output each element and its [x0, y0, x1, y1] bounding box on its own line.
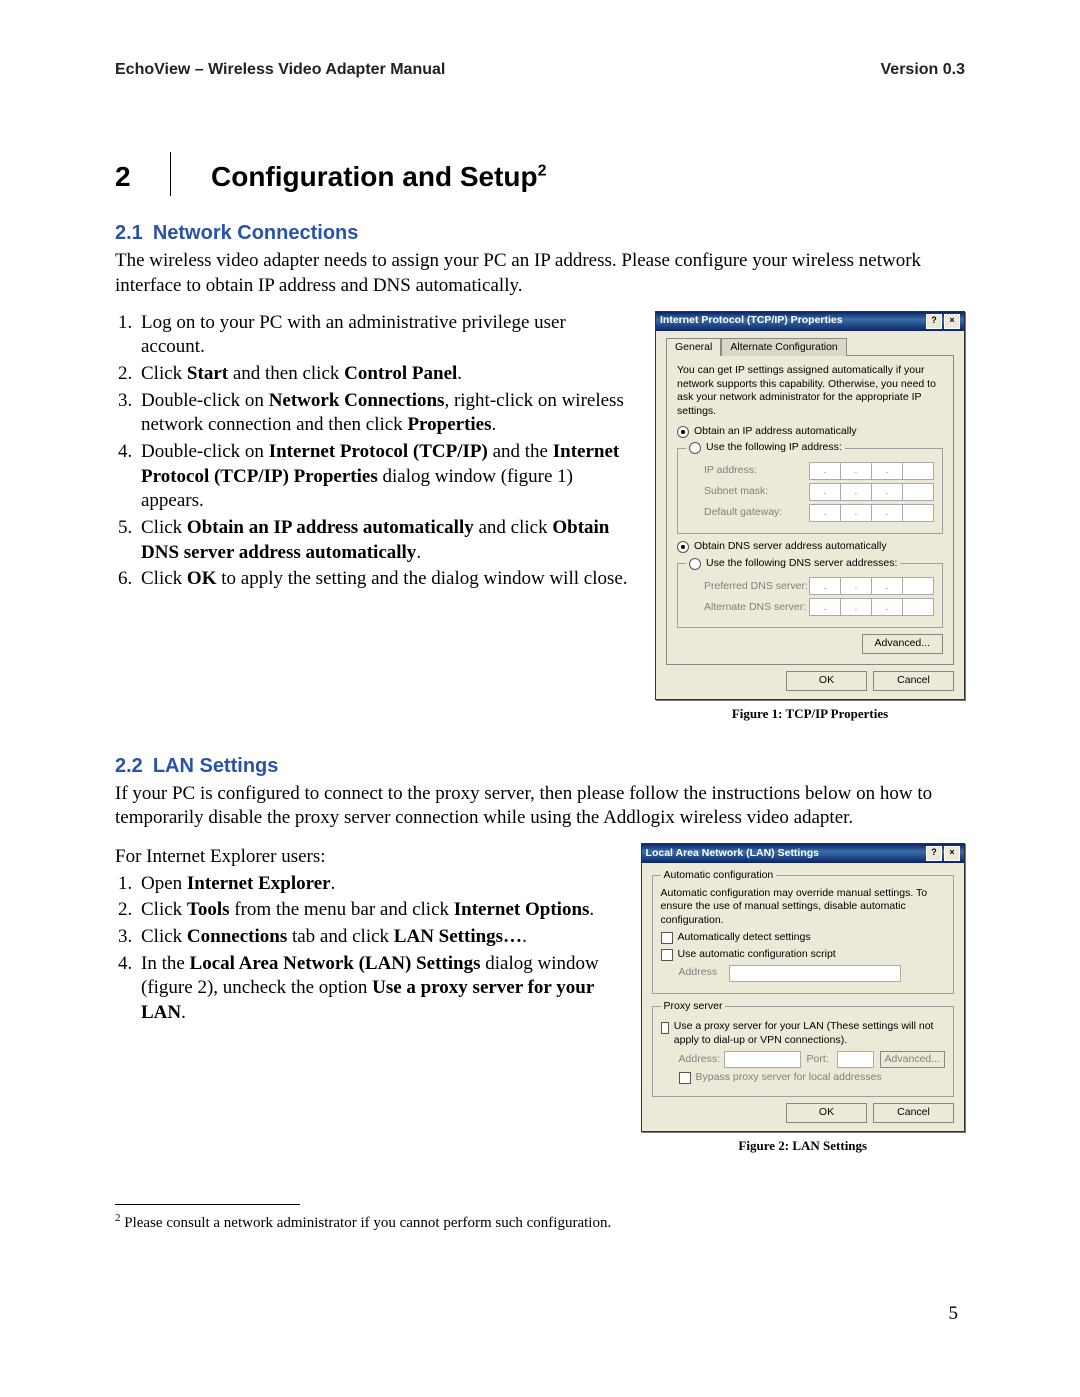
- group-legend: Automatic configuration: [661, 869, 777, 883]
- close-icon[interactable]: ×: [944, 846, 960, 861]
- tcpip-properties-dialog: Internet Protocol (TCP/IP) Properties ? …: [655, 311, 965, 700]
- dialog-title: Internet Protocol (TCP/IP) Properties: [660, 314, 843, 328]
- advanced-button[interactable]: Advanced...: [862, 634, 943, 654]
- footnote-rule: [115, 1204, 300, 1205]
- script-address-input[interactable]: [729, 965, 901, 982]
- chapter-heading: 2 Configuration and Setup2: [115, 142, 965, 195]
- step: Log on to your PC with an administrative…: [137, 311, 630, 360]
- ip-address-input[interactable]: ...: [809, 462, 934, 480]
- checkbox-icon: [661, 949, 673, 961]
- section-2-1-intro: The wireless video adapter needs to assi…: [115, 249, 965, 298]
- dialog-titlebar: Local Area Network (LAN) Settings ? ×: [642, 844, 964, 863]
- section-2-1-heading: 2.1 Network Connections: [115, 220, 965, 246]
- footnote-mark: 2: [538, 162, 547, 179]
- header-right: Version 0.3: [881, 60, 966, 81]
- section-title: Network Connections: [153, 222, 359, 244]
- radio-use-ip[interactable]: Use the following IP address:: [689, 441, 842, 455]
- alt-dns-input[interactable]: ...: [809, 598, 934, 616]
- steps-2-1: Log on to your PC with an administrative…: [115, 311, 630, 723]
- figure-2-caption: Figure 2: LAN Settings: [641, 1138, 965, 1155]
- chk-auto-detect[interactable]: Automatically detect settings: [661, 931, 945, 945]
- gateway-input[interactable]: ...: [809, 504, 934, 522]
- close-icon[interactable]: ×: [944, 314, 960, 329]
- chapter-number: 2: [115, 159, 170, 195]
- checkbox-icon: [661, 932, 673, 944]
- lan-settings-dialog: Local Area Network (LAN) Settings ? × Au…: [641, 843, 965, 1132]
- pref-dns-input[interactable]: ...: [809, 577, 934, 595]
- address-label: Address: [679, 966, 729, 980]
- dialog-tabs: General Alternate Configuration: [666, 337, 954, 356]
- chk-bypass-proxy[interactable]: Bypass proxy server for local addresses: [679, 1071, 945, 1085]
- proxy-group: Proxy server Use a proxy server for your…: [652, 1000, 954, 1097]
- step: Double-click on Network Connections, rig…: [137, 389, 630, 438]
- radio-obtain-ip[interactable]: Obtain an IP address automatically: [677, 425, 943, 439]
- step: Click OK to apply the setting and the di…: [137, 567, 630, 592]
- dialog-titlebar: Internet Protocol (TCP/IP) Properties ? …: [656, 312, 964, 331]
- dialog-title: Local Area Network (LAN) Settings: [646, 847, 819, 861]
- section-2-2-intro: If your PC is configured to connect to t…: [115, 782, 965, 831]
- pref-dns-label: Preferred DNS server:: [704, 580, 809, 594]
- footnote: 2 Please consult a network administrator…: [115, 1211, 965, 1234]
- section-num: 2.1: [115, 222, 143, 244]
- radio-icon: [677, 426, 689, 438]
- section-2-1-body: Log on to your PC with an administrative…: [115, 311, 965, 723]
- chapter-title: Configuration and Setup2: [211, 159, 547, 195]
- checkbox-icon: [661, 1022, 669, 1034]
- step: Open Internet Explorer.: [137, 872, 616, 897]
- chk-use-proxy[interactable]: Use a proxy server for your LAN (These s…: [661, 1020, 945, 1047]
- radio-use-dns[interactable]: Use the following DNS server addresses:: [689, 557, 897, 571]
- proxy-advanced-button[interactable]: Advanced...: [880, 1051, 945, 1069]
- subnet-label: Subnet mask:: [704, 485, 809, 499]
- tab-alternate[interactable]: Alternate Configuration: [721, 338, 846, 357]
- dialog-blurb: You can get IP settings assigned automat…: [677, 364, 943, 419]
- ip-address-label: IP address:: [704, 464, 809, 478]
- gateway-label: Default gateway:: [704, 506, 809, 520]
- radio-icon: [677, 541, 689, 553]
- chapter-title-text: Configuration and Setup: [211, 161, 538, 192]
- page-number: 5: [949, 1302, 959, 1327]
- ok-button[interactable]: OK: [786, 1103, 867, 1123]
- figure-2: Local Area Network (LAN) Settings ? × Au…: [641, 843, 965, 1155]
- step: Click Connections tab and click LAN Sett…: [137, 925, 616, 950]
- auto-config-group: Automatic configuration Automatic config…: [652, 869, 954, 994]
- group-legend: Proxy server: [661, 1000, 726, 1014]
- step: Click Tools from the menu bar and click …: [137, 898, 616, 923]
- figure-1-caption: Figure 1: TCP/IP Properties: [655, 706, 965, 723]
- step: Double-click on Internet Protocol (TCP/I…: [137, 440, 630, 514]
- section-title: LAN Settings: [153, 755, 279, 777]
- figure-1: Internet Protocol (TCP/IP) Properties ? …: [655, 311, 965, 723]
- page-header: EchoView – Wireless Video Adapter Manual…: [115, 60, 965, 87]
- step: Click Obtain an IP address automatically…: [137, 516, 630, 565]
- radio-icon: [689, 558, 701, 570]
- proxy-port-label: Port:: [807, 1053, 837, 1067]
- chapter-divider: [170, 152, 171, 196]
- auto-blurb: Automatic configuration may override man…: [661, 887, 945, 928]
- ie-users-line: For Internet Explorer users:: [115, 845, 616, 870]
- section-num: 2.2: [115, 755, 143, 777]
- header-left: EchoView – Wireless Video Adapter Manual: [115, 60, 445, 81]
- radio-obtain-dns[interactable]: Obtain DNS server address automatically: [677, 540, 943, 554]
- page: EchoView – Wireless Video Adapter Manual…: [0, 0, 1080, 1397]
- step: In the Local Area Network (LAN) Settings…: [137, 952, 616, 1026]
- section-2-2-heading: 2.2 LAN Settings: [115, 753, 965, 779]
- proxy-address-input[interactable]: [724, 1051, 801, 1068]
- cancel-button[interactable]: Cancel: [873, 671, 954, 691]
- checkbox-icon: [679, 1072, 691, 1084]
- help-icon[interactable]: ?: [926, 846, 942, 861]
- footnote-text: Please consult a network administrator i…: [121, 1215, 612, 1231]
- proxy-address-label: Address:: [679, 1053, 724, 1067]
- cancel-button[interactable]: Cancel: [873, 1103, 954, 1123]
- step: Click Start and then click Control Panel…: [137, 362, 630, 387]
- ok-button[interactable]: OK: [786, 671, 867, 691]
- section-2-2-body: For Internet Explorer users: Open Intern…: [115, 843, 965, 1155]
- proxy-port-input[interactable]: [837, 1051, 874, 1068]
- radio-icon: [689, 442, 701, 454]
- alt-dns-label: Alternate DNS server:: [704, 601, 809, 615]
- tab-general[interactable]: General: [666, 338, 721, 357]
- subnet-input[interactable]: ...: [809, 483, 934, 501]
- help-icon[interactable]: ?: [926, 314, 942, 329]
- chk-auto-script[interactable]: Use automatic configuration script: [661, 948, 945, 962]
- steps-2-2: For Internet Explorer users: Open Intern…: [115, 843, 616, 1155]
